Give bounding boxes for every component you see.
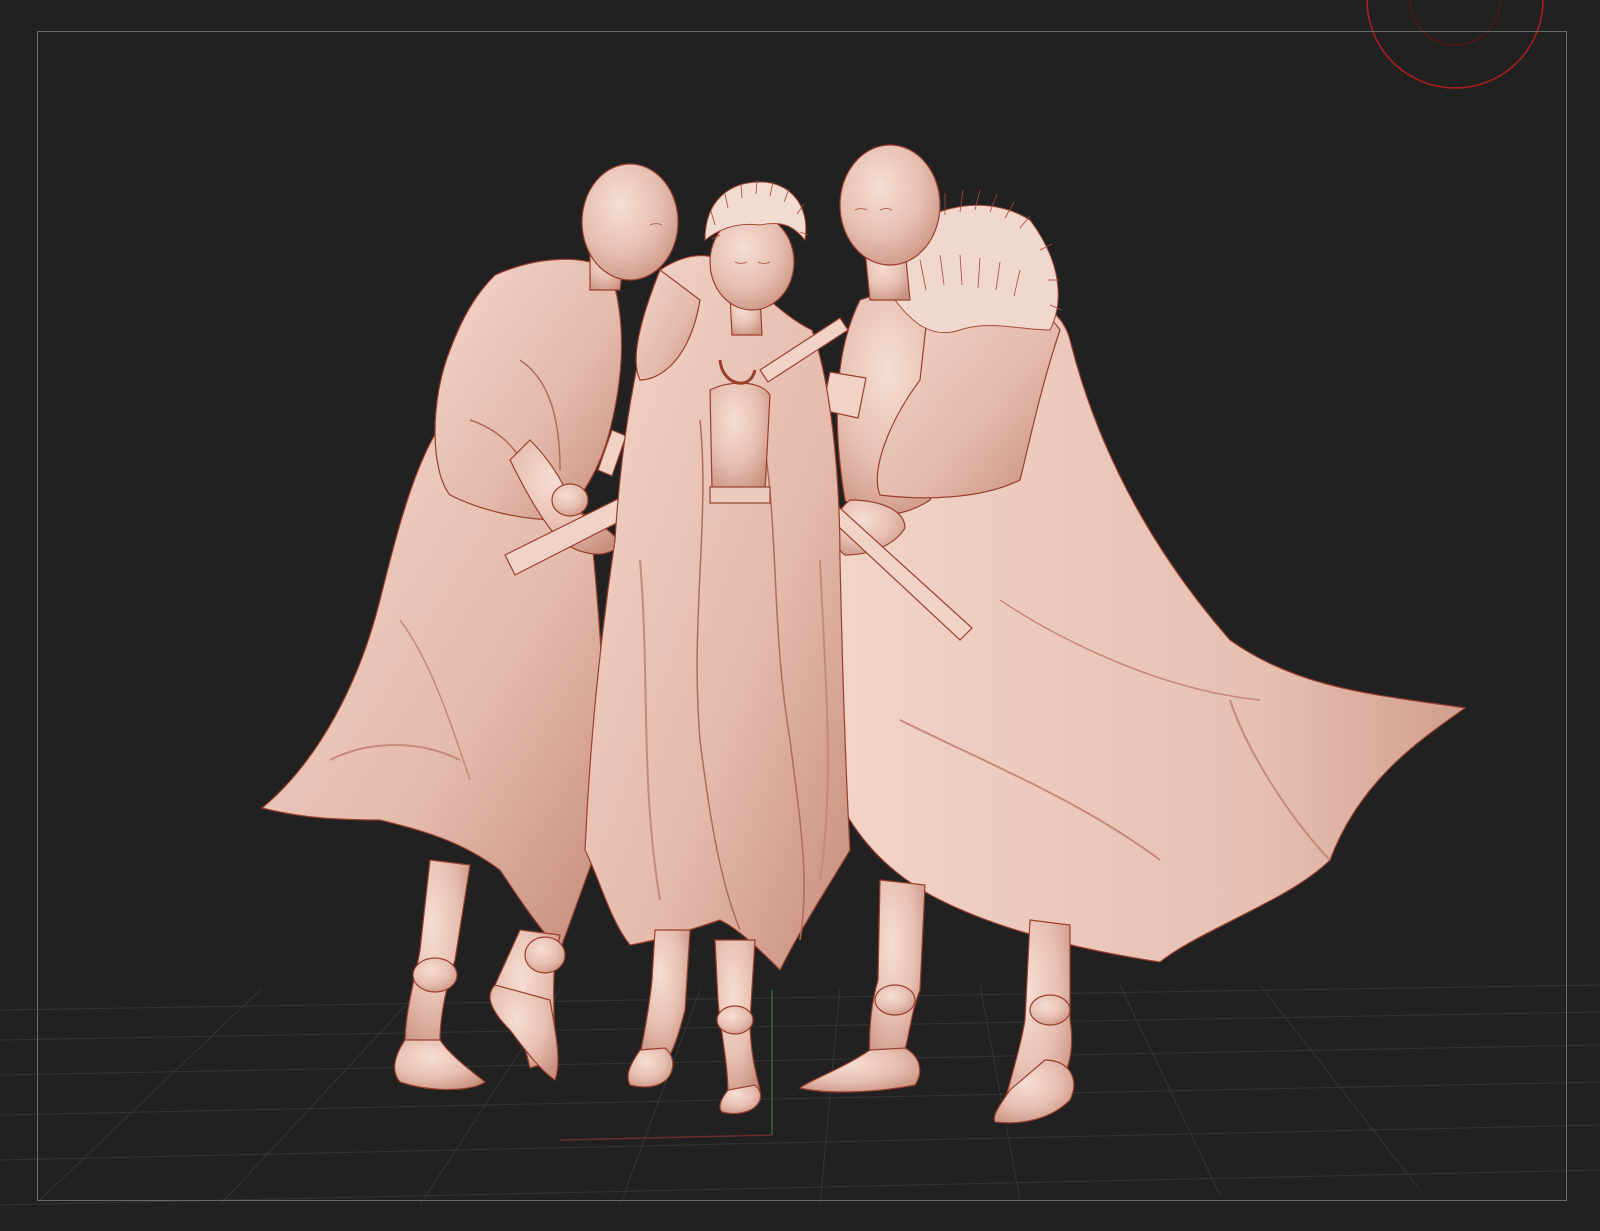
left-legs xyxy=(404,859,471,1046)
axis-x-line xyxy=(559,1134,773,1141)
center-figure[interactable] xyxy=(584,179,851,1115)
right-foot-right xyxy=(993,1059,1075,1124)
center-coat xyxy=(584,255,851,972)
left-head xyxy=(581,163,679,281)
left-foot-left xyxy=(393,1039,487,1091)
right-legs xyxy=(868,879,926,1061)
right-head xyxy=(839,144,941,266)
rotation-gizmo-icon[interactable] xyxy=(1366,0,1544,89)
right-foot-left xyxy=(798,1047,921,1093)
center-foot-right xyxy=(719,1084,762,1115)
right-figure[interactable] xyxy=(798,144,1467,1124)
center-torso xyxy=(709,382,771,491)
ground-grid xyxy=(0,984,1600,1206)
scene-canvas[interactable] xyxy=(0,0,1600,1231)
3d-viewport[interactable] xyxy=(0,0,1600,1231)
